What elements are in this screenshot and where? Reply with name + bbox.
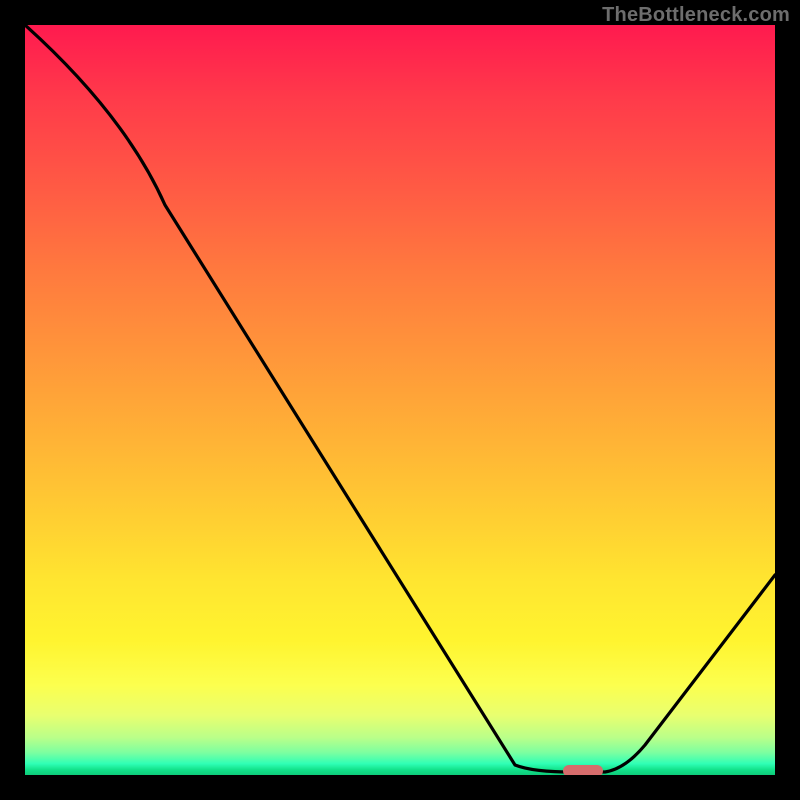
chart-frame: TheBottleneck.com: [0, 0, 800, 800]
watermark-label: TheBottleneck.com: [602, 4, 790, 27]
bottleneck-curve: [25, 25, 775, 775]
plot-area: [25, 25, 775, 775]
